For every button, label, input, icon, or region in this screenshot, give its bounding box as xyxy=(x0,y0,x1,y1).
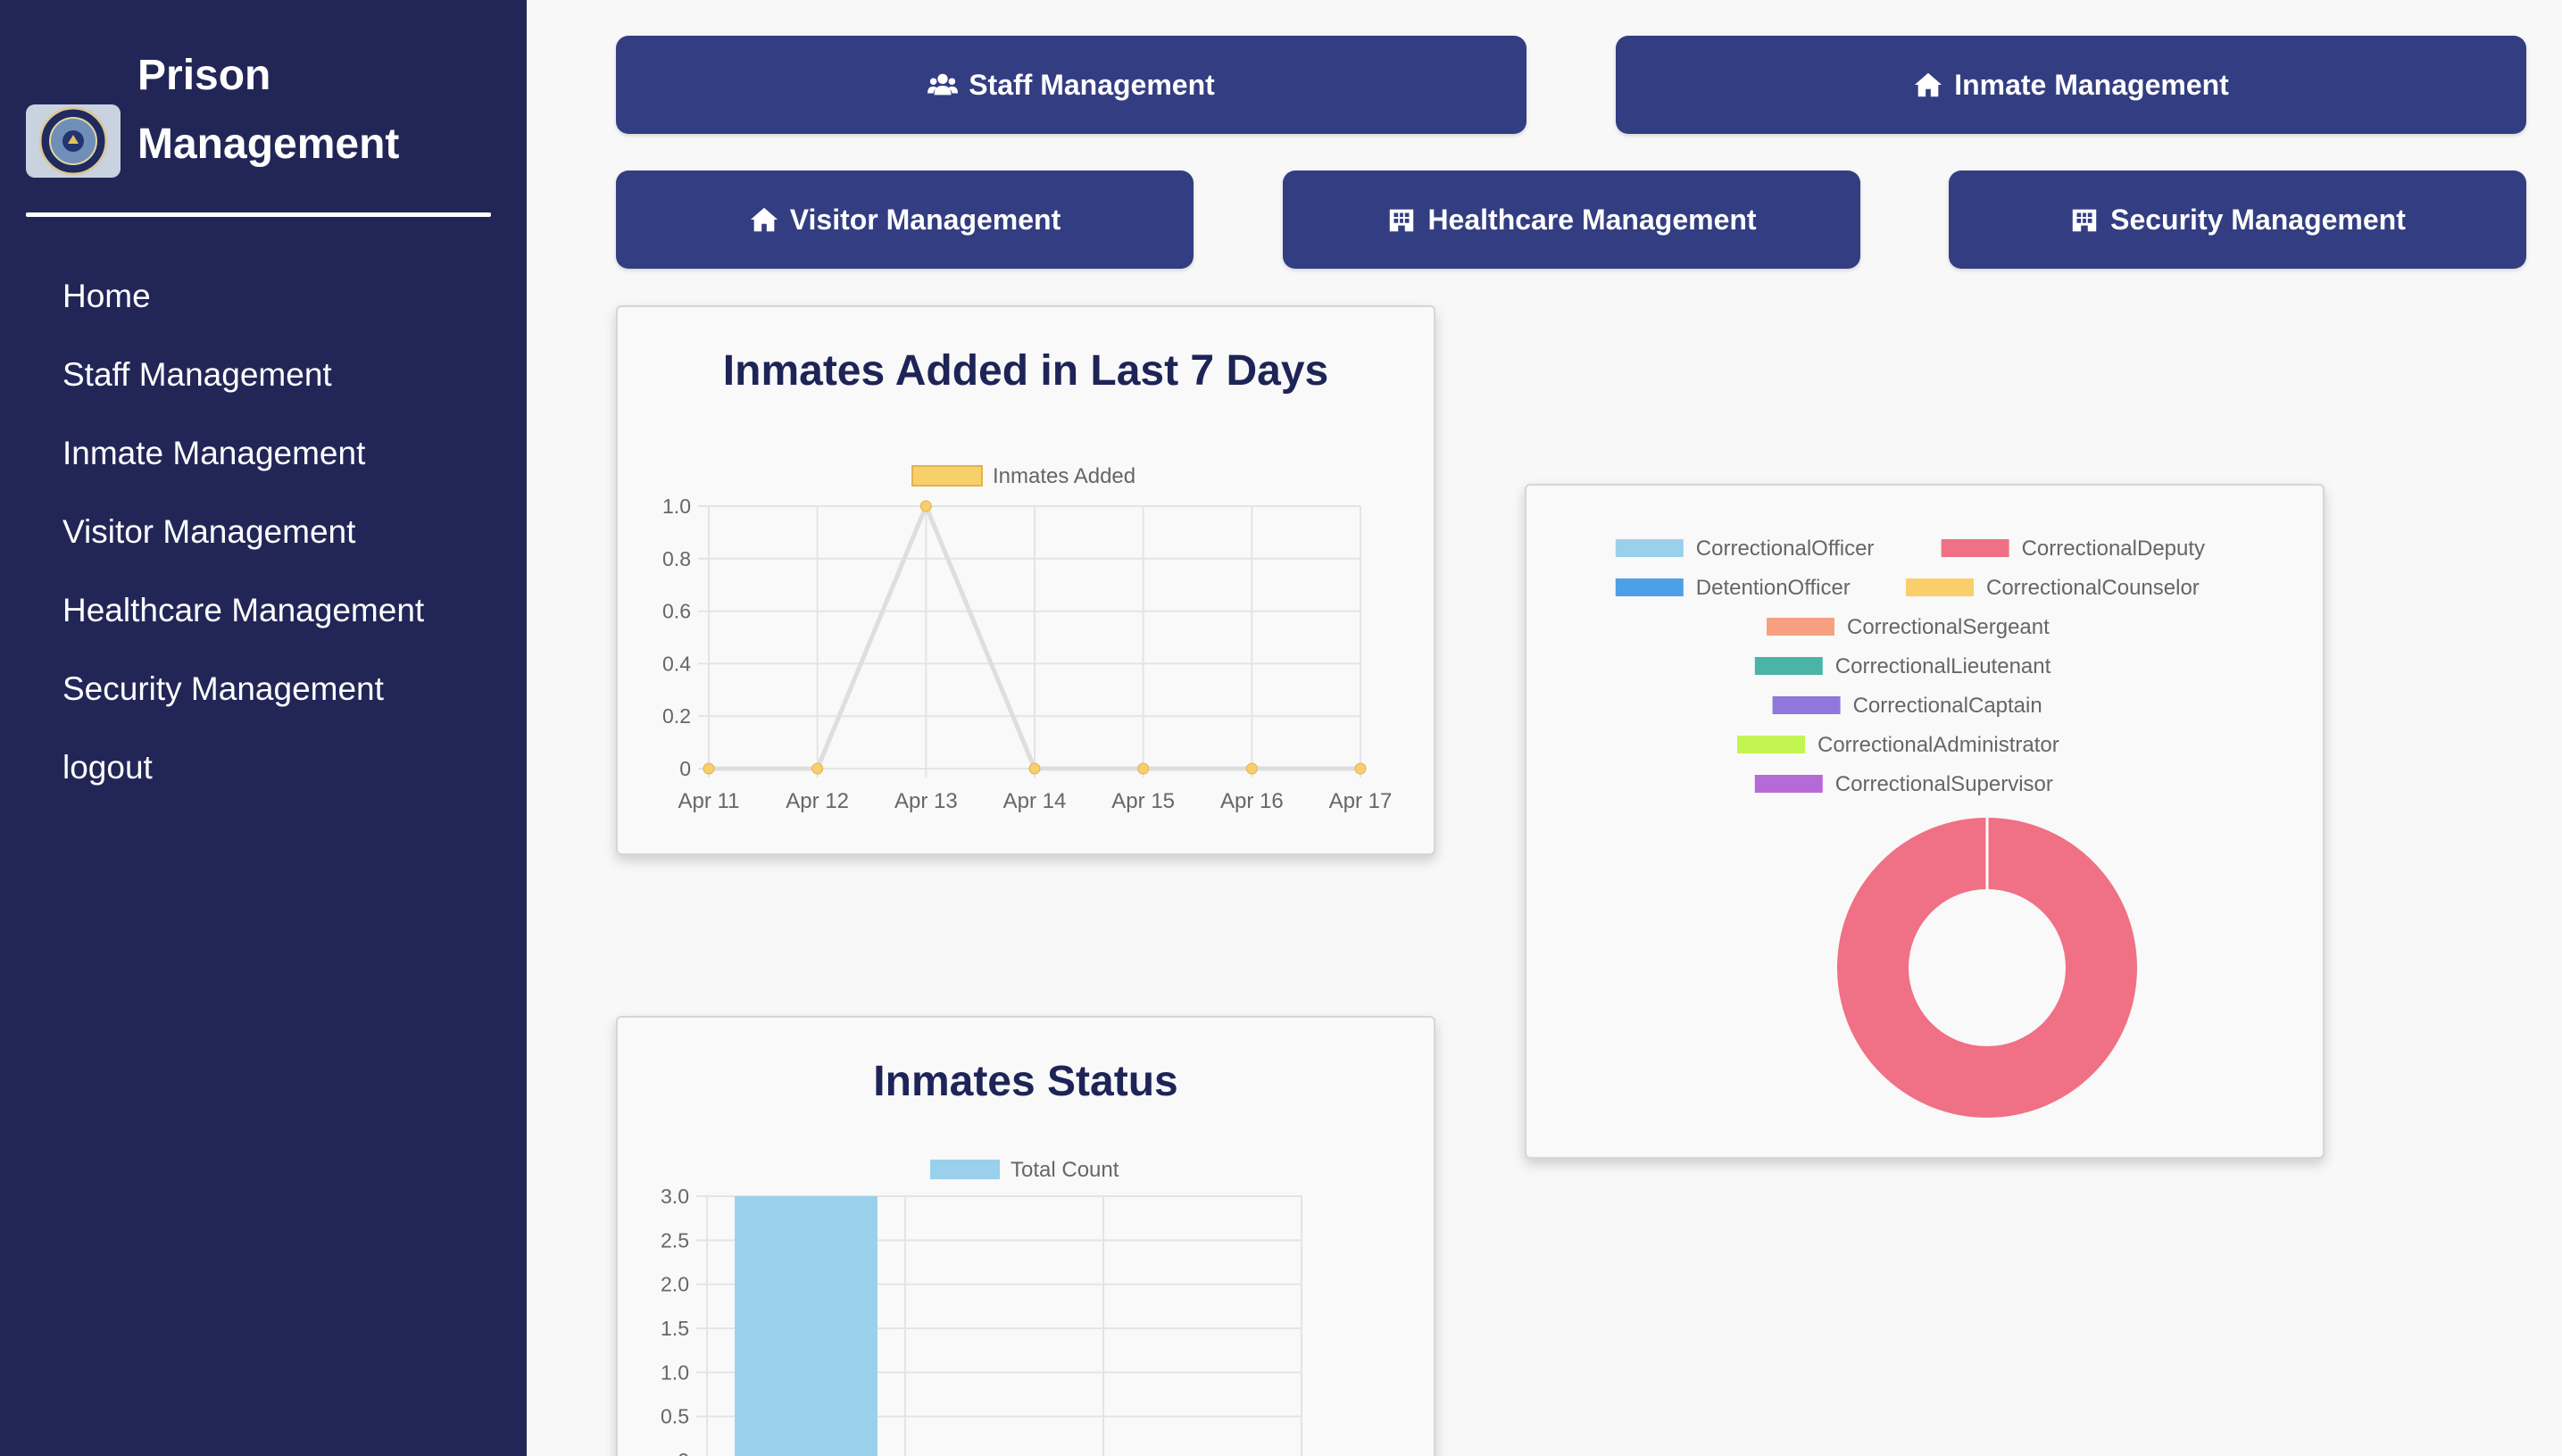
legend-label: CorrectionalSergeant xyxy=(1847,615,2050,639)
security-management-label: Security Management xyxy=(2110,203,2406,236)
visitor-management-label: Visitor Management xyxy=(789,203,1061,236)
visitor-management-button[interactable]: Visitor Management xyxy=(616,171,1194,269)
x-tick-label: Apr 17 xyxy=(1329,789,1393,813)
legend-swatch xyxy=(1754,775,1823,793)
y-tick-label: 0.5 xyxy=(661,1405,689,1428)
legend-label-inmates-added: Inmates Added xyxy=(993,464,1135,488)
staff-management-button[interactable]: Staff Management xyxy=(616,36,1526,134)
y-tick-label: 0.8 xyxy=(662,547,691,570)
x-tick-label: Apr 13 xyxy=(894,789,958,813)
legend-swatch-total-count xyxy=(930,1160,1000,1179)
x-tick-label: Apr 12 xyxy=(786,789,849,813)
app-title: Prison Management xyxy=(137,41,512,179)
sidebar-item-home[interactable]: Home xyxy=(62,275,424,354)
x-tick-label: Apr 16 xyxy=(1220,789,1284,813)
legend-swatch xyxy=(1772,696,1841,714)
brand-line-2: Management xyxy=(137,121,400,168)
healthcare-management-label: Healthcare Management xyxy=(1427,203,1757,236)
legend-swatch xyxy=(1941,539,2009,557)
prison-seal-logo xyxy=(26,104,121,178)
y-tick-label: 1.0 xyxy=(662,495,691,518)
x-tick-label: Apr 11 xyxy=(678,789,740,813)
staff-roles-card: CorrectionalOfficer CorrectionalDeputy Det… xyxy=(1525,484,2325,1159)
data-point xyxy=(1137,762,1150,775)
data-point xyxy=(1028,762,1041,775)
inmate-management-label: Inmate Management xyxy=(1954,68,2229,101)
building-icon xyxy=(2072,209,2097,232)
sidebar-item-inmate-management[interactable]: Inmate Management xyxy=(62,432,424,511)
legend-label: CorrectionalLieutenant xyxy=(1835,654,2051,678)
bar-total-count xyxy=(735,1196,878,1456)
sidebar-nav: Home Staff Management Inmate Management … xyxy=(62,275,424,825)
legend-swatch xyxy=(1737,736,1805,753)
y-tick-label: 2.5 xyxy=(661,1228,689,1252)
sidebar-item-healthcare-management[interactable]: Healthcare Management xyxy=(62,589,424,668)
sidebar-item-staff-management[interactable]: Staff Management xyxy=(62,354,424,432)
inmates-added-card: Inmates Added in Last 7 Days Inmates Add… xyxy=(616,305,1435,855)
inmates-status-card: Inmates Status Total Count 0 0.5 1.0 1.5 2.0 2… xyxy=(616,1016,1435,1456)
sidebar-item-logout[interactable]: logout xyxy=(62,746,424,825)
data-point xyxy=(1354,762,1367,775)
home-icon xyxy=(750,207,778,232)
data-point xyxy=(811,762,824,775)
y-tick-label: 0.4 xyxy=(662,652,691,675)
staff-roles-doughnut-chart: CorrectionalOfficer CorrectionalDeputy Det… xyxy=(1615,537,2205,1118)
healthcare-management-button[interactable]: Healthcare Management xyxy=(1283,171,1860,269)
users-icon xyxy=(927,73,959,96)
brand-line-1: Prison xyxy=(137,52,271,99)
legend-label: DetentionOfficer xyxy=(1696,576,1851,600)
sidebar-divider xyxy=(26,212,491,217)
legend-swatch xyxy=(1906,578,1974,596)
legend-label: CorrectionalSupervisor xyxy=(1835,772,2053,796)
x-tick-label: Apr 15 xyxy=(1111,789,1175,813)
building-icon xyxy=(1390,209,1414,232)
staff-management-label: Staff Management xyxy=(969,68,1215,101)
legend-swatch xyxy=(1615,539,1684,557)
y-tick-label: 2.0 xyxy=(661,1273,689,1296)
legend-label: CorrectionalAdministrator xyxy=(1818,733,2059,757)
data-point xyxy=(919,500,932,512)
legend-swatch xyxy=(1615,578,1684,596)
sidebar-item-security-management[interactable]: Security Management xyxy=(62,668,424,746)
legend-swatch xyxy=(1754,657,1823,675)
legend-label-total-count: Total Count xyxy=(1011,1158,1119,1182)
y-tick-label: 1.0 xyxy=(661,1360,689,1384)
inmate-management-button[interactable]: Inmate Management xyxy=(1616,36,2526,134)
y-tick-label: 0 xyxy=(678,1449,689,1456)
sidebar-item-visitor-management[interactable]: Visitor Management xyxy=(62,511,424,589)
security-management-button[interactable]: Security Management xyxy=(1949,171,2526,269)
y-tick-label: 0.6 xyxy=(662,600,691,623)
legend-label: CorrectionalOfficer xyxy=(1696,537,1875,561)
sidebar: Prison Management Home Staff Management … xyxy=(0,0,527,1456)
legend-swatch xyxy=(1767,618,1834,636)
x-tick-label: Apr 14 xyxy=(1003,789,1067,813)
y-tick-label: 0 xyxy=(679,757,691,780)
legend-label: CorrectionalCounselor xyxy=(1986,576,2200,600)
legend-swatch-inmates-added xyxy=(911,465,983,487)
home-icon xyxy=(1915,72,1942,97)
y-tick-label: 1.5 xyxy=(661,1317,689,1340)
data-point xyxy=(703,762,715,775)
legend-label: CorrectionalCaptain xyxy=(1853,694,2042,718)
y-tick-label: 3.0 xyxy=(661,1185,689,1208)
inmates-status-title: Inmates Status xyxy=(873,1058,1178,1105)
data-point xyxy=(1245,762,1258,775)
inmates-added-title: Inmates Added in Last 7 Days xyxy=(722,347,1329,395)
y-tick-label: 0.2 xyxy=(662,704,691,728)
legend-label: CorrectionalDeputy xyxy=(2022,537,2205,561)
